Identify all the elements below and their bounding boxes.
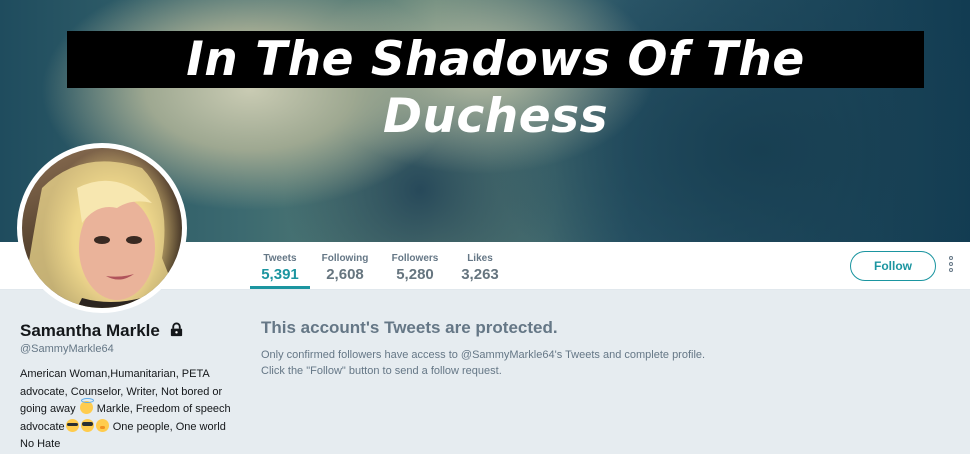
banner-title: In The Shadows Of The Duchess bbox=[67, 31, 924, 144]
nav-followers-count: 5,280 bbox=[396, 266, 434, 283]
nerd-face-icon bbox=[65, 418, 79, 432]
profile-handle[interactable]: @SammyMarkle64 bbox=[20, 343, 114, 355]
follow-button[interactable]: Follow bbox=[850, 251, 936, 281]
profile-bio: American Woman,Humanitarian, PETA advoca… bbox=[20, 366, 235, 454]
avatar[interactable] bbox=[17, 143, 187, 313]
lock-icon bbox=[170, 322, 182, 337]
protected-message: Only confirmed followers have access to … bbox=[261, 347, 741, 379]
more-options-icon[interactable] bbox=[944, 254, 958, 278]
nav-followers-label: Followers bbox=[391, 253, 439, 264]
smiling-face-with-halo-icon bbox=[79, 398, 94, 414]
protected-line-2: Click the "Follow" button to send a foll… bbox=[261, 365, 502, 377]
nav-likes-label: Likes bbox=[467, 253, 493, 264]
hugging-face-icon bbox=[95, 418, 109, 432]
smiling-face-with-sunglasses-icon bbox=[80, 418, 94, 432]
nav-following-label: Following bbox=[321, 253, 369, 264]
avatar-portrait bbox=[22, 161, 182, 308]
nav-following-count: 2,608 bbox=[326, 266, 364, 283]
nav-likes-count: 3,263 bbox=[461, 266, 499, 283]
protected-line-1: Only confirmed followers have access to … bbox=[261, 349, 706, 361]
protected-title: This account's Tweets are protected. bbox=[261, 318, 558, 337]
nav-tweets[interactable]: Tweets 5,391 bbox=[250, 242, 310, 289]
nav-following[interactable]: Following 2,608 bbox=[318, 242, 372, 289]
nav-tweets-count: 5,391 bbox=[261, 266, 299, 283]
nav-tweets-label: Tweets bbox=[263, 253, 297, 264]
nav-followers[interactable]: Followers 5,280 bbox=[388, 242, 442, 289]
profile-name-text: Samantha Markle bbox=[20, 321, 160, 340]
profile-name: Samantha Markle bbox=[20, 321, 184, 341]
nav-likes[interactable]: Likes 3,263 bbox=[458, 242, 502, 289]
